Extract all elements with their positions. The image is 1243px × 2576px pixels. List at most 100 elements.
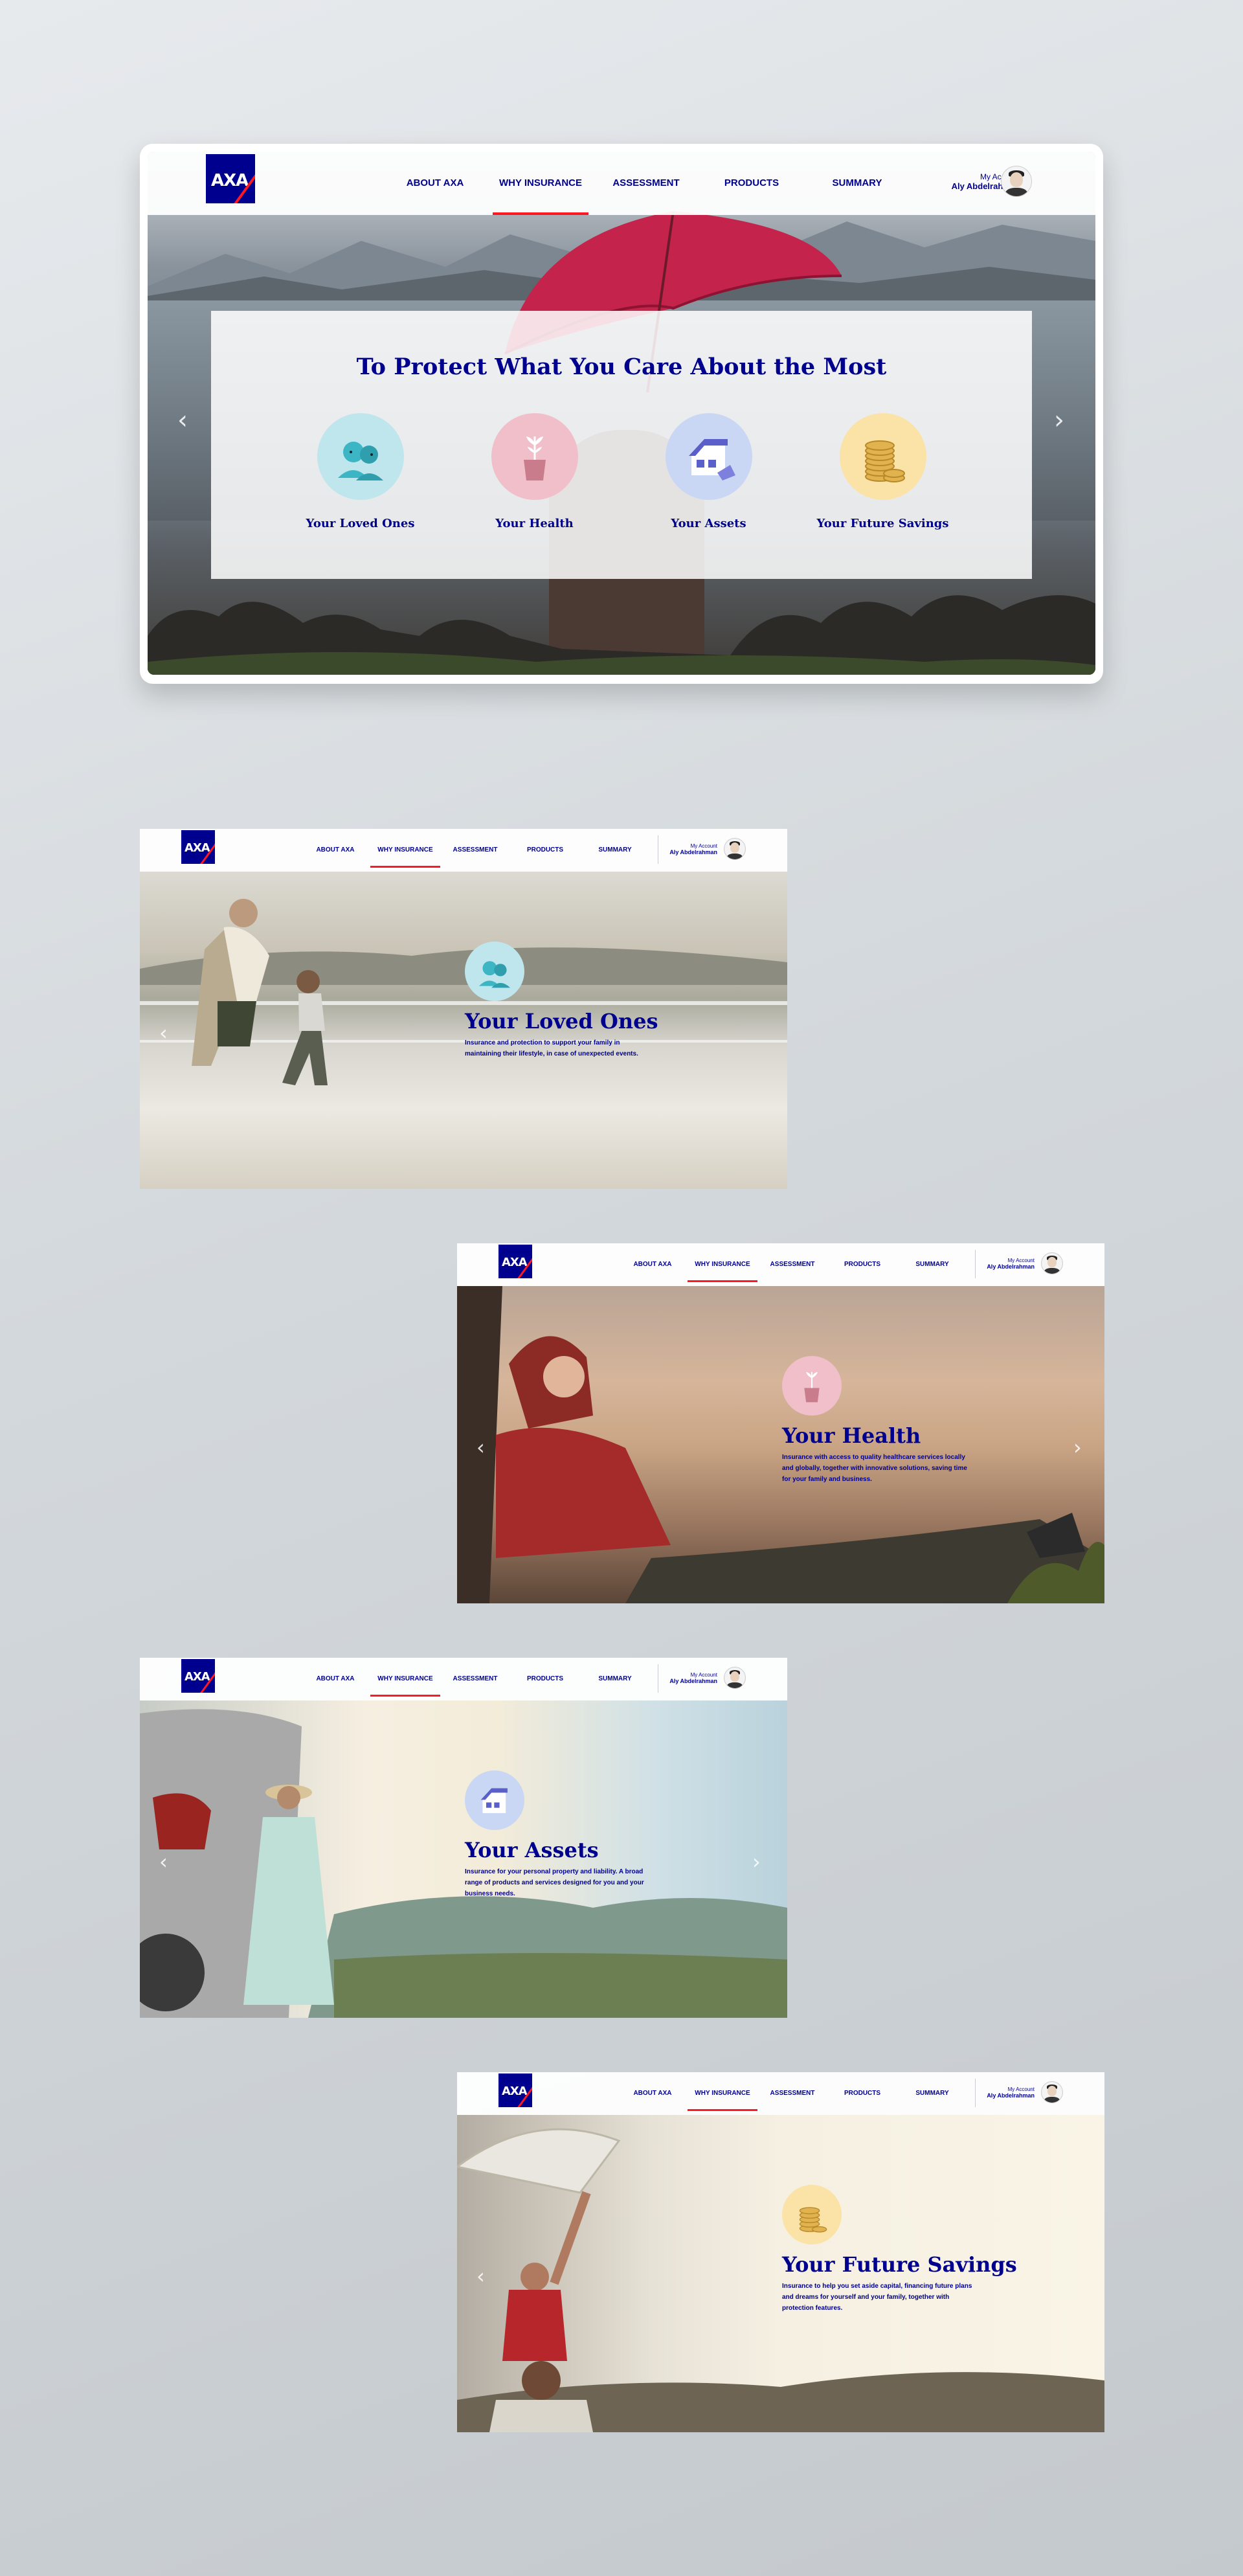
nav-item-why-insurance[interactable]: WHY INSURANCE: [493, 152, 588, 215]
avatar[interactable]: [724, 1667, 746, 1689]
avatar[interactable]: [724, 838, 746, 860]
nav-item-about-axa[interactable]: ABOUT AXA: [618, 2072, 688, 2115]
nav-item-assessment[interactable]: ASSESSMENT: [440, 1658, 510, 1700]
axa-logo[interactable]: AXA: [206, 154, 255, 203]
account-name: Aly Abdelrahman: [951, 181, 1020, 191]
chevron-left-icon[interactable]: ‹: [159, 1021, 168, 1045]
coins-icon: [782, 2185, 842, 2244]
chevron-left-icon[interactable]: ‹: [476, 2264, 485, 2288]
nav-item-assessment[interactable]: ASSESSMENT: [598, 152, 694, 215]
chevron-left-icon[interactable]: ‹: [476, 1435, 485, 1460]
chevron-right-icon[interactable]: ›: [752, 1849, 761, 1874]
chevron-left-icon[interactable]: ‹: [177, 405, 188, 435]
slide-description: Insurance with access to quality healthc…: [782, 1454, 967, 1483]
logo-text: AXA: [185, 841, 210, 855]
nav-item-assessment[interactable]: ASSESSMENT: [757, 1243, 827, 1286]
feature-label: Your Health: [495, 517, 574, 530]
axa-logo[interactable]: AXA: [498, 2073, 532, 2107]
nav-item-why-insurance[interactable]: WHY INSURANCE: [370, 829, 440, 872]
axa-logo[interactable]: AXA: [498, 1245, 532, 1278]
house-icon: [465, 1770, 524, 1830]
nav-item-assessment[interactable]: ASSESSMENT: [757, 2072, 827, 2115]
nav-item-why-insurance[interactable]: WHY INSURANCE: [370, 1658, 440, 1700]
nav-menu: ABOUT AXA WHY INSURANCE ASSESSMENT PRODU…: [618, 1243, 967, 1286]
family-icon: [317, 413, 404, 500]
account-label: My Account: [690, 843, 717, 849]
family-icon: [465, 942, 524, 1001]
nav-item-about-axa[interactable]: ABOUT AXA: [387, 152, 483, 215]
account-label: My Account: [1007, 1258, 1035, 1263]
account-link[interactable]: My Account Aly Abdelrahman: [632, 1672, 717, 1684]
plant-pot-icon: [491, 413, 578, 500]
house-icon: [665, 413, 752, 500]
slide-content: Your Loved Ones Insurance and protection…: [465, 942, 672, 1059]
chevron-left-icon[interactable]: ‹: [159, 1849, 168, 1874]
slide-description: Insurance to help you set aside capital,…: [782, 2283, 972, 2312]
nav-item-products[interactable]: PRODUCTS: [704, 152, 800, 215]
top-navigation: AXA ABOUT AXA WHY INSURANCE ASSESSMENT P…: [140, 1658, 787, 1700]
logo-text: AXA: [502, 1256, 528, 1269]
nav-item-products[interactable]: PRODUCTS: [510, 829, 580, 872]
account-label: My Account: [1007, 2086, 1035, 2092]
account-name: Aly Abdelrahman: [669, 1678, 717, 1684]
hero-mockup-card: AXA ABOUT AXA WHY INSURANCE ASSESSMENT P…: [140, 144, 1103, 684]
smiling-woman-hillside-image: [457, 1286, 1104, 1603]
account-link[interactable]: My Account Aly Abdelrahman: [949, 2086, 1035, 2099]
slide-title: Your Assets: [465, 1838, 599, 1862]
nav-item-products[interactable]: PRODUCTS: [510, 1658, 580, 1700]
account-label: My Account: [980, 172, 1020, 181]
logo-text: AXA: [185, 1670, 210, 1684]
feature-assets[interactable]: Your Assets: [622, 413, 796, 530]
top-navigation: AXA ABOUT AXA WHY INSURANCE ASSESSMENT P…: [457, 2072, 1104, 2115]
logo-text: AXA: [502, 2085, 528, 2098]
account-name: Aly Abdelrahman: [987, 2092, 1035, 2099]
account-link[interactable]: My Account Aly Abdelrahman: [949, 1258, 1035, 1270]
logo-text: AXA: [211, 171, 249, 190]
avatar[interactable]: [1041, 2081, 1063, 2103]
nav-menu: ABOUT AXA WHY INSURANCE ASSESSMENT PRODU…: [300, 829, 650, 872]
nav-item-about-axa[interactable]: ABOUT AXA: [618, 1243, 688, 1286]
feature-label: Your Loved Ones: [306, 517, 415, 530]
account-label: My Account: [690, 1672, 717, 1678]
nav-item-assessment[interactable]: ASSESSMENT: [440, 829, 510, 872]
slide-loved-ones: AXA ABOUT AXA WHY INSURANCE ASSESSMENT P…: [140, 829, 787, 1189]
axa-logo[interactable]: AXA: [181, 830, 215, 864]
top-navigation: AXA ABOUT AXA WHY INSURANCE ASSESSMENT P…: [140, 829, 787, 872]
feature-label: Your Assets: [671, 517, 746, 530]
protect-title: To Protect What You Care About the Most: [356, 354, 887, 380]
feature-loved-ones[interactable]: Your Loved Ones: [273, 413, 447, 530]
nav-item-about-axa[interactable]: ABOUT AXA: [300, 829, 370, 872]
top-navigation: AXA ABOUT AXA WHY INSURANCE ASSESSMENT P…: [457, 1243, 1104, 1286]
account-name: Aly Abdelrahman: [669, 849, 717, 855]
nav-menu: ABOUT AXA WHY INSURANCE ASSESSMENT PRODU…: [618, 2072, 967, 2115]
account-link[interactable]: My Account Aly Abdelrahman: [632, 843, 717, 855]
coins-icon: [839, 413, 926, 500]
nav-item-why-insurance[interactable]: WHY INSURANCE: [688, 2072, 757, 2115]
slide-title: Your Future Savings: [782, 2252, 1017, 2277]
axa-logo[interactable]: AXA: [181, 1659, 215, 1693]
slide-assets: AXA ABOUT AXA WHY INSURANCE ASSESSMENT P…: [140, 1658, 787, 2018]
slide-description: Insurance and protection to support your…: [465, 1039, 638, 1057]
feature-future-savings[interactable]: Your Future Savings: [796, 413, 970, 530]
top-navigation: AXA ABOUT AXA WHY INSURANCE ASSESSMENT P…: [148, 152, 1095, 215]
nav-item-why-insurance[interactable]: WHY INSURANCE: [688, 1243, 757, 1286]
nav-item-products[interactable]: PRODUCTS: [827, 1243, 897, 1286]
slide-health: AXA ABOUT AXA WHY INSURANCE ASSESSMENT P…: [457, 1243, 1104, 1603]
chevron-right-icon[interactable]: ›: [1054, 405, 1064, 435]
account-name: Aly Abdelrahman: [987, 1263, 1035, 1270]
account-link[interactable]: My Account Aly Abdelrahman: [884, 172, 1020, 191]
slide-content: Your Future Savings Insurance to help yo…: [782, 2185, 1017, 2314]
chevron-right-icon[interactable]: ›: [1073, 1435, 1082, 1460]
nav-item-about-axa[interactable]: ABOUT AXA: [300, 1658, 370, 1700]
woman-car-hillside-image: [140, 1700, 787, 2018]
nav-item-products[interactable]: PRODUCTS: [827, 2072, 897, 2115]
feature-label: Your Future Savings: [816, 517, 949, 530]
slide-title: Your Loved Ones: [465, 1009, 658, 1034]
avatar[interactable]: [1001, 166, 1032, 197]
avatar[interactable]: [1041, 1252, 1063, 1274]
slide-title: Your Health: [782, 1423, 921, 1448]
feature-health[interactable]: Your Health: [447, 413, 622, 530]
slide-content: Your Health Insurance with access to qua…: [782, 1356, 989, 1485]
nav-menu: ABOUT AXA WHY INSURANCE ASSESSMENT PRODU…: [387, 152, 915, 215]
features-row: Your Loved Ones Your Health Your Assets: [273, 413, 970, 530]
